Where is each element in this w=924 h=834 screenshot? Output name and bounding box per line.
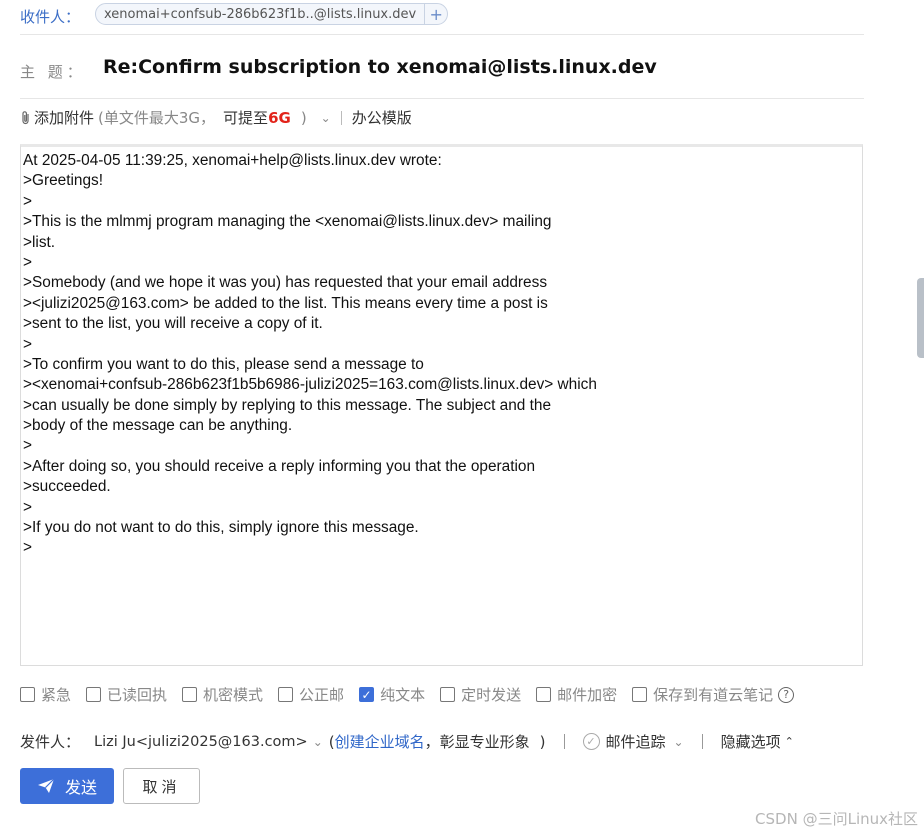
body-line: >This is the mlmmj program managing the … <box>23 213 552 231</box>
option-checkbox[interactable]: 公正邮 <box>278 684 344 705</box>
upgrade-size[interactable]: 6G <box>268 109 291 127</box>
checkbox-checked-icon[interactable]: ✓ <box>359 687 375 702</box>
watermark: CSDN @三问Linux社区 <box>755 810 918 828</box>
add-attachment-button[interactable]: 添加附件 <box>34 107 94 128</box>
option-checkbox[interactable]: 邮件加密 <box>536 684 617 705</box>
option-checkbox[interactable]: 已读回执 <box>86 684 167 705</box>
recipient-row: 收件人： xenomai+confsub-286b623f1b..@lists.… <box>20 0 864 35</box>
chevron-down-icon[interactable]: ⌄ <box>674 735 684 749</box>
body-line: >Greetings! <box>23 172 103 190</box>
plus-icon[interactable]: + <box>424 4 447 24</box>
recipient-chip[interactable]: xenomai+confsub-286b623f1b..@lists.linux… <box>95 3 449 25</box>
subject-row: 主 题： Re:Confirm subscription to xenomai@… <box>20 34 864 99</box>
body-line: > <box>23 437 32 455</box>
upgrade-link[interactable]: 可提至 <box>223 107 268 128</box>
option-label: 定时发送 <box>461 686 522 704</box>
checkbox-icon[interactable] <box>86 687 102 702</box>
chevron-down-icon[interactable]: ⌄ <box>313 735 323 749</box>
body-line: >Somebody (and we hope it was you) has r… <box>23 274 548 292</box>
body-line: >list. <box>23 233 56 251</box>
check-circle-icon[interactable]: ✓ <box>582 733 600 750</box>
divider <box>701 734 703 749</box>
option-checkbox[interactable]: 保存到有道云笔记? <box>632 684 795 705</box>
checkbox-icon[interactable] <box>278 687 294 702</box>
options-row: 紧急 已读回执 机密模式 公正邮 ✓ 纯文本 定时发送 邮件加密 保存到有道云笔记? <box>20 684 795 705</box>
body-line: > <box>23 192 32 210</box>
option-label: 保存到有道云笔记 <box>653 686 774 704</box>
paper-plane-icon <box>37 778 55 793</box>
attachment-row: 添加附件 (单文件最大3G， 可提至 6G ) ⌄ 办公模版 <box>20 98 864 144</box>
body-line: ><julizi2025@163.com> be added to the li… <box>23 294 548 312</box>
body-line: > <box>23 253 32 271</box>
recipient-label: 收件人： <box>20 8 81 26</box>
sender-label: 发件人： <box>20 733 81 751</box>
body-line: >can usually be done simply by replying … <box>23 396 552 414</box>
help-icon[interactable]: ? <box>778 686 795 703</box>
option-label: 纯文本 <box>380 686 426 704</box>
sender-row: 发件人： Lizi Ju<julizi2025@163.com> ⌄ ( 创建企… <box>20 731 794 752</box>
option-checkbox[interactable]: ✓ 纯文本 <box>359 684 425 705</box>
checkbox-icon[interactable] <box>632 687 648 702</box>
option-checkbox[interactable]: 定时发送 <box>440 684 521 705</box>
send-button[interactable]: 发送 <box>20 768 114 804</box>
office-template-button[interactable]: 办公模版 <box>352 107 412 128</box>
checkbox-icon[interactable] <box>536 687 552 702</box>
chevron-up-double-icon[interactable]: ⌃ <box>785 735 794 748</box>
option-label: 紧急 <box>41 686 72 704</box>
scrollbar-handle[interactable] <box>917 278 924 358</box>
body-line: >body of the message can be anything. <box>23 417 293 435</box>
attachment-limit-close: ) <box>300 108 307 127</box>
divider <box>563 734 565 749</box>
sender-select[interactable]: Lizi Ju<julizi2025@163.com> <box>94 734 308 750</box>
send-button-label: 发送 <box>64 778 97 797</box>
checkbox-icon[interactable] <box>20 687 35 702</box>
promo-text: ，彰显专业形象 <box>424 733 530 751</box>
subject-input[interactable]: Re:Confirm subscription to xenomai@lists… <box>103 56 657 78</box>
body-line: >succeeded. <box>23 478 111 496</box>
body-line: ><xenomai+confsub-286b623f1b5b6986-juliz… <box>23 376 597 394</box>
body-line: >If you do not want to do this, simply i… <box>23 519 419 537</box>
checkbox-icon[interactable] <box>440 687 456 702</box>
body-line: >To confirm you want to do this, please … <box>23 355 424 373</box>
body-line: > <box>23 498 32 516</box>
body-line: At 2025-04-05 11:39:25, xenomai+help@lis… <box>23 152 442 169</box>
recipient-address[interactable]: xenomai+confsub-286b623f1b..@lists.linux… <box>104 7 424 22</box>
checkbox-icon[interactable] <box>182 687 198 702</box>
promo-close-paren: ) <box>539 732 546 751</box>
divider <box>340 110 342 125</box>
hide-options-button[interactable]: 隐藏选项 <box>721 731 781 752</box>
chevron-down-icon[interactable]: ⌄ <box>321 111 331 125</box>
option-label: 公正邮 <box>299 686 345 704</box>
option-checkbox[interactable]: 紧急 <box>20 684 71 705</box>
option-label: 机密模式 <box>203 686 264 704</box>
body-line: >sent to the list, you will receive a co… <box>23 315 323 333</box>
message-body-editor[interactable]: At 2025-04-05 11:39:25, xenomai+help@lis… <box>20 144 863 666</box>
option-label: 邮件加密 <box>557 686 618 704</box>
message-body-text[interactable]: At 2025-04-05 11:39:25, xenomai+help@lis… <box>23 151 862 559</box>
option-checkbox[interactable]: 机密模式 <box>182 684 263 705</box>
attachment-limit: (单文件最大3G， <box>98 109 216 127</box>
body-line: > <box>23 539 32 557</box>
cancel-button[interactable]: 取消 <box>123 768 200 804</box>
create-domain-link[interactable]: 创建企业域名 <box>335 731 425 752</box>
body-line: >After doing so, you should receive a re… <box>23 457 536 475</box>
option-label: 已读回执 <box>107 686 168 704</box>
body-line: > <box>23 335 32 353</box>
subject-label: 主 题： <box>20 63 86 81</box>
paperclip-icon[interactable] <box>20 110 32 126</box>
mail-tracking-button[interactable]: 邮件追踪 <box>606 731 666 752</box>
